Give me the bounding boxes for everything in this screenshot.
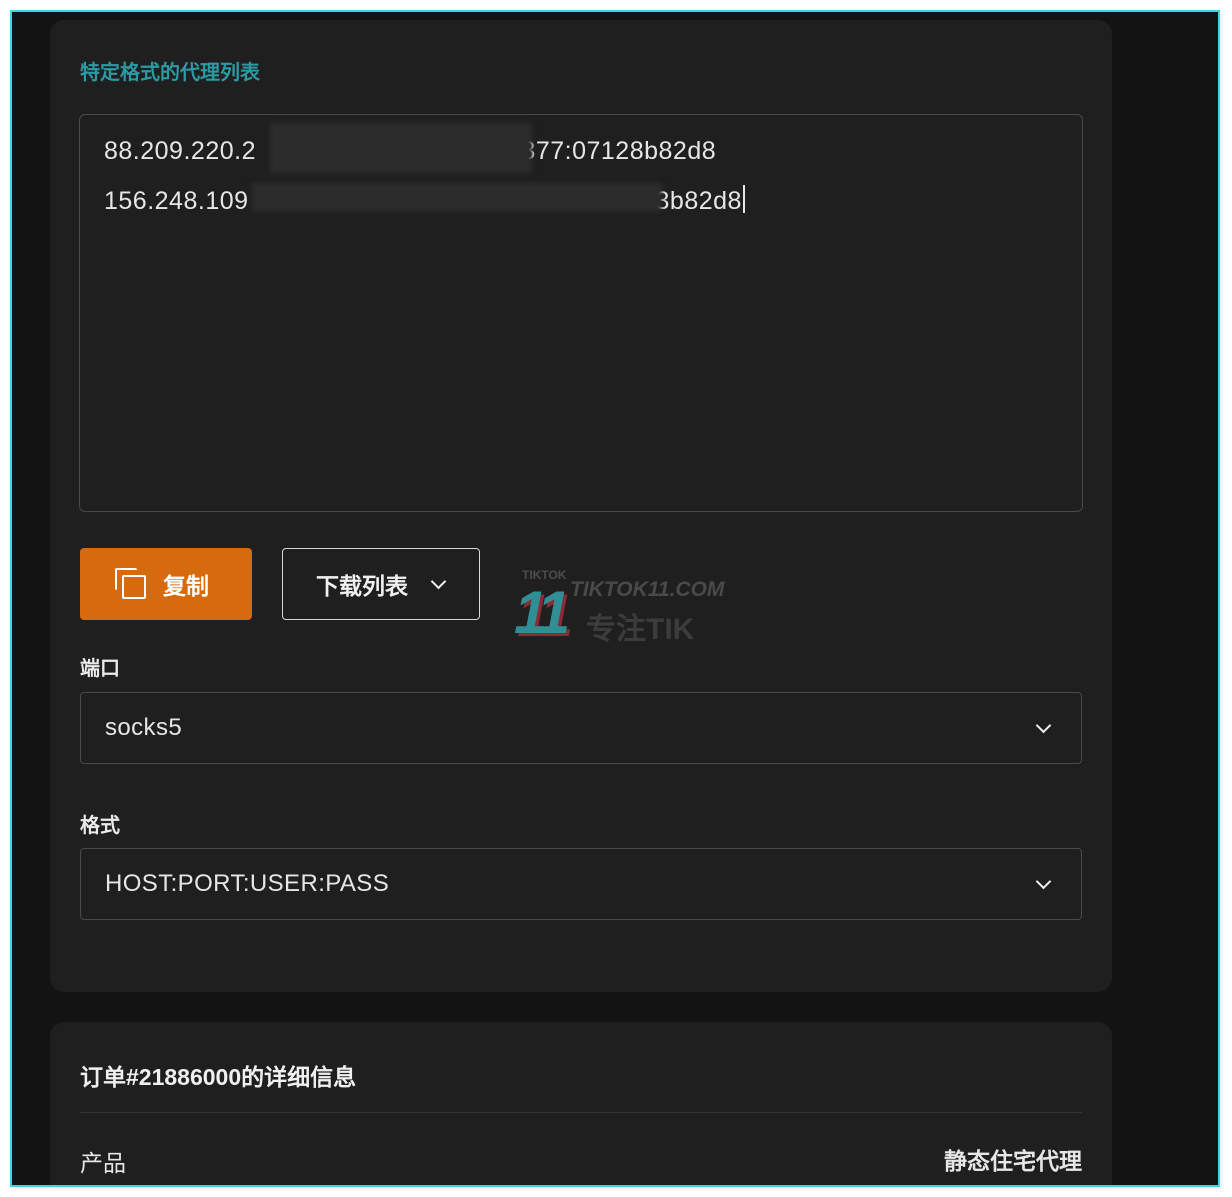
watermark-slogan: 专注TIK — [586, 613, 695, 646]
format-select[interactable]: HOST:PORT:USER:PASS — [80, 848, 1082, 920]
product-value: 静态住宅代理 — [944, 1148, 1082, 1174]
redaction-blur — [252, 183, 662, 211]
proxy-line-end: :377:07128b82d8 — [513, 137, 717, 165]
download-list-button[interactable]: 下载列表 — [282, 548, 480, 620]
watermark-logo: TIKTOK 11 TIKTOK11.COM 专注TIK — [510, 568, 730, 648]
order-details-card: 订单#21886000的详细信息 产品 静态住宅代理 — [50, 1022, 1112, 1185]
proxy-line-start: 156.248.109 — [104, 187, 249, 215]
port-label: 端口 — [80, 658, 120, 680]
proxy-list-card: 特定格式的代理列表 88.209.220.2 :377:07128b82d8 15… — [50, 20, 1112, 992]
copy-button-label: 复制 — [163, 573, 209, 599]
port-select-value: socks5 — [105, 714, 183, 741]
section-label: 特定格式的代理列表 — [80, 62, 260, 84]
text-caret — [742, 185, 745, 213]
proxy-line-start: 88.209.220.2 — [104, 137, 256, 165]
proxy-line-end: 3b82d8 — [655, 187, 742, 215]
format-select-value: HOST:PORT:USER:PASS — [105, 870, 390, 897]
divider — [80, 1112, 1082, 1113]
chevron-down-icon — [1035, 720, 1051, 736]
proxy-list-textarea[interactable]: 88.209.220.2 :377:07128b82d8 156.248.109 3… — [79, 114, 1083, 512]
watermark-site: TIKTOK11.COM — [570, 578, 725, 601]
port-select[interactable]: socks5 — [80, 692, 1082, 764]
chevron-down-icon — [1035, 876, 1051, 892]
download-button-label: 下载列表 — [316, 573, 408, 599]
screenshot-frame: 特定格式的代理列表 88.209.220.2 :377:07128b82d8 15… — [10, 10, 1220, 1187]
copy-button[interactable]: 复制 — [80, 548, 252, 620]
product-label: 产品 — [80, 1150, 126, 1176]
chevron-down-icon — [430, 576, 446, 592]
watermark-number: 11 — [514, 579, 570, 646]
order-title: 订单#21886000的详细信息 — [80, 1064, 357, 1090]
redaction-blur — [270, 123, 532, 173]
copy-icon — [115, 568, 147, 600]
format-label: 格式 — [80, 815, 120, 837]
